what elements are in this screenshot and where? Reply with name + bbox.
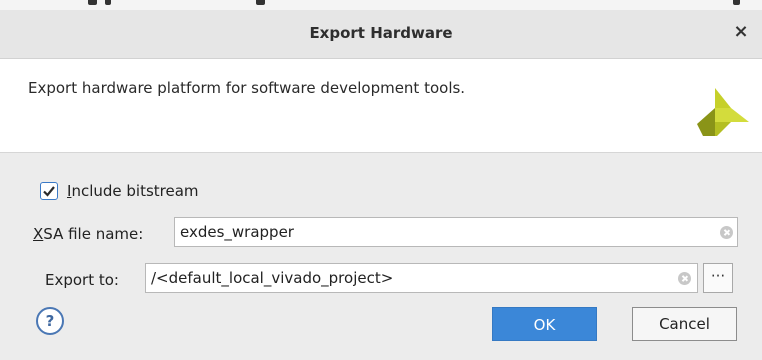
close-icon: × — [733, 21, 749, 42]
dialog-description: Export hardware platform for software de… — [28, 79, 466, 97]
export-to-label: Export to: — [45, 271, 119, 289]
checkmark-icon — [43, 186, 55, 197]
dialog-titlebar: Export Hardware × — [0, 10, 762, 59]
clear-xsa-name-icon[interactable] — [720, 226, 733, 239]
close-button[interactable]: × — [730, 21, 752, 43]
export-hardware-dialog: Export Hardware × Export hardware platfo… — [0, 10, 762, 360]
clear-export-path-icon[interactable] — [678, 272, 691, 285]
dialog-title: Export Hardware — [309, 24, 453, 42]
help-icon: ? — [45, 312, 55, 330]
dialog-body: Include bitstream XSA file name: exdes_w… — [0, 153, 762, 360]
xsa-file-name-label: XSA file name: — [33, 225, 144, 243]
xsa-file-name-value: exdes_wrapper — [180, 223, 294, 241]
ok-button[interactable]: OK — [492, 307, 597, 341]
browse-button[interactable]: ··· — [703, 263, 733, 293]
xsa-file-name-input[interactable]: exdes_wrapper — [174, 217, 738, 247]
xilinx-logo-icon — [697, 88, 749, 136]
include-bitstream-checkbox[interactable] — [40, 182, 58, 200]
export-to-input[interactable]: /<default_local_vivado_project> — [145, 263, 698, 293]
export-to-value: /<default_local_vivado_project> — [151, 269, 394, 287]
ellipsis-icon: ··· — [710, 267, 726, 285]
background-window-strip — [0, 0, 762, 10]
help-button[interactable]: ? — [36, 307, 64, 335]
header-panel: Export hardware platform for software de… — [0, 59, 762, 153]
cancel-button[interactable]: Cancel — [632, 307, 737, 341]
include-bitstream-label: Include bitstream — [67, 182, 199, 200]
